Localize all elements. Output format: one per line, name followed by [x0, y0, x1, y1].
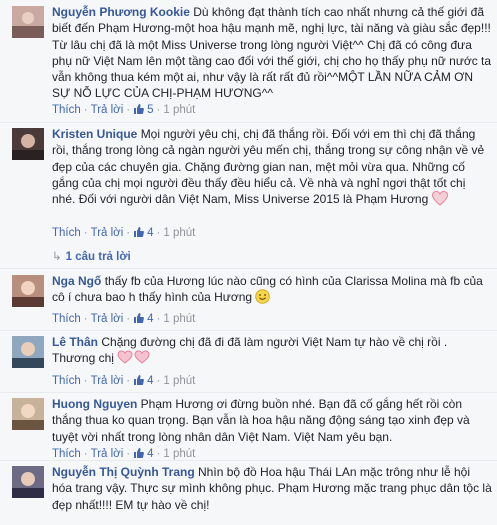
like-button[interactable]: Thích — [52, 104, 81, 116]
reply-button[interactable]: Trả lời — [91, 313, 124, 325]
comment-author[interactable]: Nguyễn Phương Kookie — [52, 5, 190, 19]
comment-author[interactable]: Lê Thân — [52, 335, 98, 349]
avatar[interactable] — [12, 466, 44, 498]
comment-text: Nguyễn Phương Kookie Dù không đạt thành … — [52, 4, 492, 102]
divider — [0, 330, 497, 331]
comment-actions: Thích · Trả lời · 5 · 1 phút — [52, 103, 195, 119]
avatar[interactable] — [12, 336, 44, 368]
like-count[interactable]: 4 — [147, 448, 153, 460]
comment-text: Lê Thân Chặng đường chị đã đi đã làm ngư… — [52, 334, 492, 370]
smile-emoji-icon — [255, 289, 271, 308]
like-count[interactable]: 4 — [147, 375, 153, 387]
divider — [0, 122, 497, 123]
reply-button[interactable]: Trả lời — [91, 104, 124, 116]
heart-emoji-icon — [431, 191, 448, 210]
comment-author[interactable]: Nguyễn Thị Quỳnh Trang — [52, 465, 195, 479]
comment-time[interactable]: 1 phút — [163, 375, 195, 387]
comment-actions: Thích · Trả lời · 4 · 1 phút — [52, 374, 195, 390]
avatar[interactable] — [12, 6, 44, 38]
avatar[interactable] — [12, 398, 44, 430]
divider — [0, 392, 497, 393]
thumbs-up-icon — [133, 103, 145, 119]
comment-time[interactable]: 1 phút — [163, 313, 195, 325]
reply-button[interactable]: Trả lời — [91, 448, 124, 460]
comment-body: Chặng đường chị đã đi đã làm người Việt … — [52, 335, 448, 366]
like-button[interactable]: Thích — [52, 448, 81, 460]
like-count[interactable]: 4 — [147, 227, 153, 239]
avatar[interactable] — [12, 275, 44, 307]
thumbs-up-icon — [133, 226, 145, 242]
like-count[interactable]: 4 — [147, 313, 153, 325]
reply-button[interactable]: Trả lời — [91, 375, 124, 387]
comment-text: Kristen Unique Mọi người yêu chị, chị đã… — [52, 126, 492, 210]
comment-author[interactable]: Nga Ngố — [52, 274, 101, 288]
comment-body: Dù không đạt thành tích cao nhất nhưng c… — [52, 5, 492, 101]
comment-author[interactable]: Huong Nguyen — [52, 397, 137, 411]
view-replies-label: 1 câu trả lời — [65, 251, 131, 263]
divider — [0, 460, 497, 461]
like-button[interactable]: Thích — [52, 227, 81, 239]
comment-text: Nga Ngố thấy fb của Hương lúc nào cũng c… — [52, 273, 492, 309]
comment-text: Huong Nguyen Phạm Hương ơi đừng buồn nhé… — [52, 396, 492, 445]
comment-time[interactable]: 1 phút — [163, 227, 195, 239]
comment-time[interactable]: 1 phút — [163, 448, 195, 460]
thumbs-up-icon — [133, 312, 145, 328]
reply-arrow-icon: ↳ — [52, 251, 62, 263]
comment-actions: Thích · Trả lời · 4 · 1 phút — [52, 226, 195, 242]
avatar[interactable] — [12, 128, 44, 160]
comment-text: Nguyễn Thị Quỳnh Trang Nhìn bộ đồ Hoa hậ… — [52, 464, 492, 513]
hearts-emoji-icon — [117, 350, 151, 369]
like-button[interactable]: Thích — [52, 375, 81, 387]
comment-time[interactable]: 1 phút — [163, 104, 195, 116]
like-button[interactable]: Thích — [52, 313, 81, 325]
divider — [0, 268, 497, 269]
like-count[interactable]: 5 — [147, 104, 153, 116]
reply-button[interactable]: Trả lời — [91, 227, 124, 239]
comment-author[interactable]: Kristen Unique — [52, 127, 137, 141]
thumbs-up-icon — [133, 374, 145, 390]
comment-actions: Thích · Trả lời · 4 · 1 phút — [52, 312, 195, 328]
view-replies-link[interactable]: ↳ 1 câu trả lời — [52, 249, 131, 263]
